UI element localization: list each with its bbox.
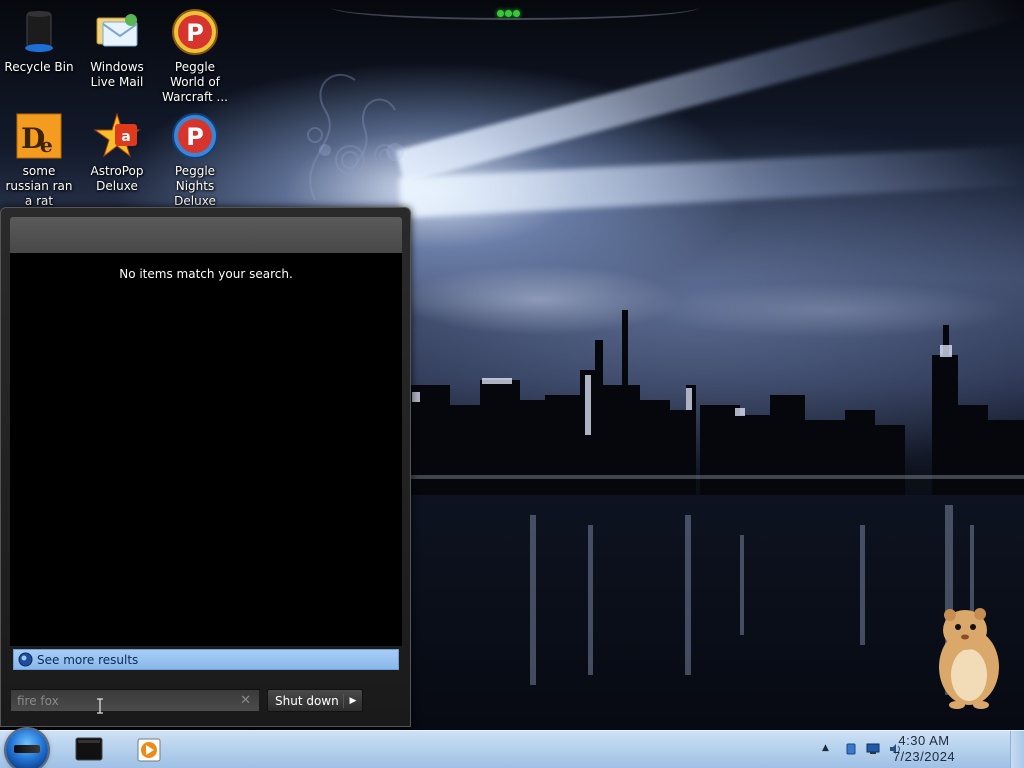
desktop-icon-label: AstroPop Deluxe [90,164,144,193]
desktop-icon-some-russian[interactable]: D e some russian ran a rat [0,112,78,209]
desktop-icon-label: Recycle Bin [4,60,74,74]
wallpaper-green-lights [497,6,527,17]
taskbar-terminal-button[interactable] [72,734,106,766]
shutdown-options-arrow-icon[interactable]: ▶ [344,696,362,706]
desktop-icon-recycle-bin[interactable]: Recycle Bin [0,8,78,75]
search-results-pane: No items match your search. [10,253,402,646]
de-app-icon: D e [15,112,63,160]
start-search-input[interactable] [17,693,237,708]
system-tray: ▲ 4:30 AM 7/23/2024 [784,731,1024,768]
terminal-icon [75,737,103,761]
svg-text:P: P [186,123,204,151]
desktop-icon-astropop[interactable]: a AstroPop Deluxe [78,112,156,194]
shutdown-label: Shut down [268,693,344,708]
desktop-icon-peggle-nights[interactable]: P Peggle Nights Deluxe [156,112,234,209]
desktop-icon-label: some russian ran a rat [5,164,73,208]
wallpaper-swirl-ornament [307,73,404,206]
clock-time[interactable]: 4:30 AM [864,733,984,748]
start-button[interactable] [6,729,48,768]
clear-search-icon[interactable]: ✕ [240,693,251,708]
media-player-icon [137,738,161,762]
clock-date[interactable]: 7/23/2024 [864,749,984,764]
desktop-icon-label: Peggle Nights Deluxe [174,164,216,208]
start-menu-header [10,217,402,253]
see-more-results-link[interactable]: See more results [13,649,399,670]
peggle-icon: P [171,8,219,56]
taskbar: ▲ 4:30 AM 7/23/2024 [0,729,1024,768]
svg-text:P: P [186,19,204,47]
see-more-results-label: See more results [37,652,139,667]
start-search-box[interactable]: ✕ [10,689,260,712]
desktop-icon-peggle-wow[interactable]: P Peggle World of Warcraft ... [156,8,234,105]
svg-text:e: e [40,133,53,157]
desktop-icon-label: Windows Live Mail [90,60,144,89]
desktop-icon-windows-live-mail[interactable]: Windows Live Mail [78,8,156,90]
ibeam-cursor-icon [97,698,103,714]
desktop-icon-label: Peggle World of Warcraft ... [162,60,228,104]
windows-live-mail-icon [93,8,141,56]
svg-text:a: a [121,129,130,145]
taskbar-media-player-button[interactable] [132,734,166,766]
astropop-icon: a [93,112,141,160]
start-menu: No items match your search. See more res… [0,207,411,727]
recycle-bin-icon [15,8,63,56]
show-desktop-button[interactable] [1010,731,1024,768]
action-center-flag-icon[interactable] [844,742,858,756]
wallpaper-city-skyline [410,310,1024,500]
no-results-message: No items match your search. [119,267,293,281]
shutdown-button[interactable]: Shut down ▶ [267,689,363,712]
show-hidden-icons-arrow-icon[interactable]: ▲ [822,743,836,757]
hamster-gadget [939,608,999,709]
search-globe-icon [18,652,33,667]
peggle-nights-icon: P [171,112,219,160]
